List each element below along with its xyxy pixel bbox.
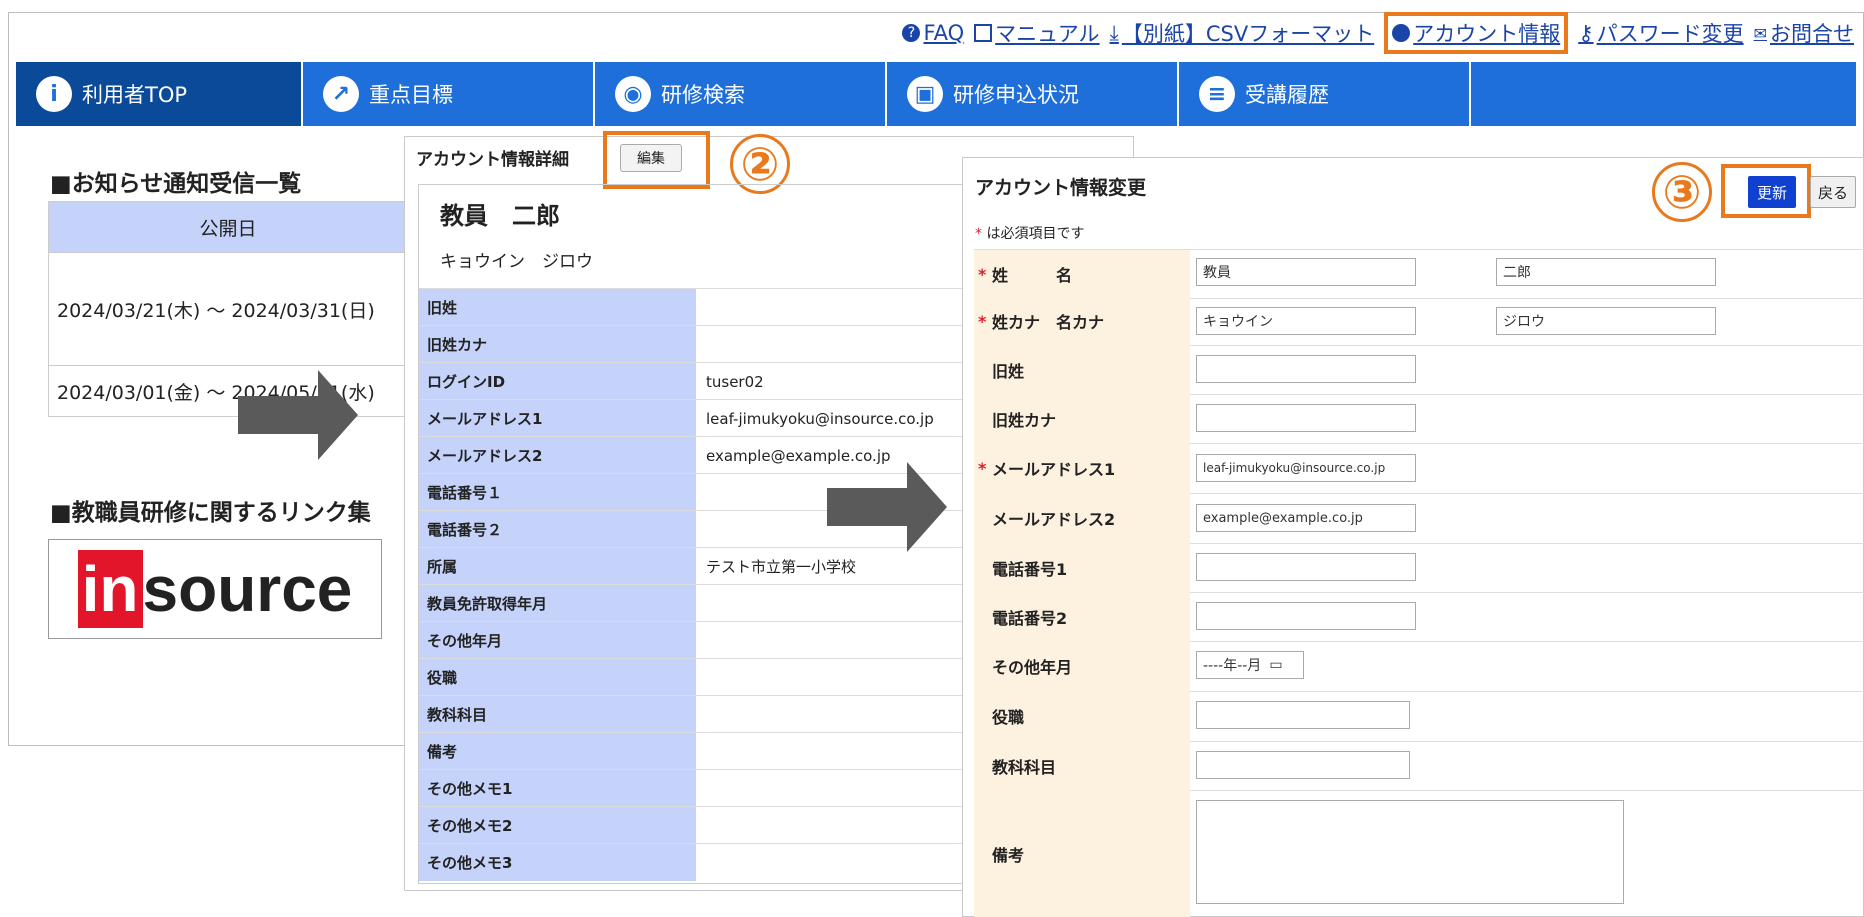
nav-training-search[interactable]: ◉ 研修検索 [595,62,887,126]
search-person-icon: ◉ [615,76,651,112]
person-kana: キョウイン ジロウ [440,252,593,272]
detail-label: その他メモ1 [419,770,696,807]
email1-input[interactable]: leaf-jimukyoku@insource.co.jp [1196,454,1416,482]
contact-link[interactable]: ✉ お問合せ [1754,18,1854,48]
calendar-icon[interactable]: ▭ [1269,657,1282,673]
logo-in: in [77,550,143,628]
detail-label: 所属 [419,548,696,585]
document-icon [974,24,993,42]
form-row-tel1: 電話番号1 [974,543,1864,593]
growth-chart-icon: ↗ [323,76,359,112]
form-row-name: * 姓 名 教員 二郎 [974,249,1864,299]
download-icon: ⤓ [1109,20,1119,45]
manual-link[interactable]: マニュアル [974,18,1100,48]
detail-label: 電話番号２ [419,511,696,548]
update-button[interactable]: 更新 [1748,176,1796,208]
faq-link[interactable]: ? FAQ [902,21,964,45]
other-month-input[interactable]: ----年--月 ▭ [1196,651,1304,679]
detail-label: 教員免許取得年月 [419,585,696,622]
application-icon: ▣ [907,76,943,112]
maiden-name-kana-input[interactable] [1196,404,1416,432]
subject-input[interactable] [1196,751,1410,779]
nav-empty [1471,62,1856,126]
detail-label: メールアドレス2 [419,437,696,474]
arrow-2-body [827,488,909,526]
detail-label: メールアドレス1 [419,400,696,437]
first-name-input[interactable]: 二郎 [1496,258,1716,286]
nav-user-top[interactable]: i 利用者TOP [16,62,303,126]
form-row-kana: * 姓カナ 名カナ キョウイン ジロウ [974,297,1864,346]
key-icon: ⚷ [1578,21,1594,45]
detail-label: ログインID [419,363,696,400]
detail-label: 役職 [419,659,696,696]
news-heading: ■お知らせ通知受信一覧 [50,171,302,197]
form-row-memo: 備考 [974,790,1864,917]
required-note: * は必須項目です [975,226,1085,242]
csv-format-link[interactable]: ⤓ 【別紙】CSVフォーマット [1110,18,1375,48]
phone1-input[interactable] [1196,553,1416,581]
arrow-1-head [318,370,358,460]
form-row-mail1: * メールアドレス1 leaf-jimukyoku@insource.co.jp [974,443,1864,494]
info-icon: i [36,76,72,112]
detail-label: 電話番号１ [419,474,696,511]
nav-attendance-history[interactable]: ≡ 受講履歴 [1179,62,1471,126]
detail-label: 旧姓 [419,289,696,326]
column-header: 公開日 [48,201,408,253]
form-row-kyusei: 旧姓 [974,345,1864,395]
nav-application-status[interactable]: ▣ 研修申込状況 [887,62,1179,126]
person-name: 教員 二郎 [440,202,560,230]
last-name-kana-input[interactable]: キョウイン [1196,307,1416,335]
logo-source: source [142,553,353,625]
back-button[interactable]: 戻る [1810,176,1856,208]
form-row-kyusei-kana: 旧姓カナ [974,394,1864,444]
list-icon: ≡ [1199,76,1235,112]
nav-priority-goals[interactable]: ↗ 重点目標 [303,62,595,126]
first-name-kana-input[interactable]: ジロウ [1496,307,1716,335]
detail-label: その他年月 [419,622,696,659]
form-row-tel2: 電話番号2 [974,592,1864,642]
step-3-marker: ③ [1652,162,1712,222]
phone2-input[interactable] [1196,602,1416,630]
arrow-1-body [238,396,320,434]
form-title: アカウント情報変更 [975,177,1147,199]
edit-highlight [603,131,710,189]
detail-label: 教科科目 [419,696,696,733]
detail-label: 旧姓カナ [419,326,696,363]
account-info-link[interactable]: アカウント情報 [1384,12,1569,54]
detail-label: その他メモ2 [419,807,696,844]
form-row-other-ym: その他年月 ----年--月 ▭ [974,641,1864,692]
password-change-link[interactable]: ⚷ パスワード変更 [1578,18,1743,48]
table-row[interactable]: 2024/03/21(木) ～ 2024/03/31(日) [48,252,408,366]
links-heading: ■教職員研修に関するリンク集 [50,500,371,526]
arrow-2-head [907,462,947,552]
question-icon: ? [902,24,921,42]
form-row-mail2: メールアドレス2 example@example.co.jp [974,493,1864,544]
detail-title: アカウント情報詳細 [416,150,569,170]
main-nav: i 利用者TOP ↗ 重点目標 ◉ 研修検索 ▣ 研修申込状況 ≡ 受講履歴 [16,62,1856,126]
email2-input[interactable]: example@example.co.jp [1196,504,1416,532]
mail-icon: ✉ [1753,23,1767,43]
insource-logo[interactable]: in source [48,539,382,639]
maiden-name-input[interactable] [1196,355,1416,383]
memo-textarea[interactable] [1196,800,1624,904]
last-name-input[interactable]: 教員 [1196,258,1416,286]
form-row-position: 役職 [974,691,1864,742]
top-links: ? FAQ マニュアル ⤓ 【別紙】CSVフォーマット アカウント情報 ⚷ パスワード… [902,12,1854,54]
position-input[interactable] [1196,701,1410,729]
detail-label: 備考 [419,733,696,770]
user-icon [1392,24,1411,42]
detail-label: その他メモ3 [419,844,696,881]
form-row-subject: 教科科目 [974,741,1864,791]
